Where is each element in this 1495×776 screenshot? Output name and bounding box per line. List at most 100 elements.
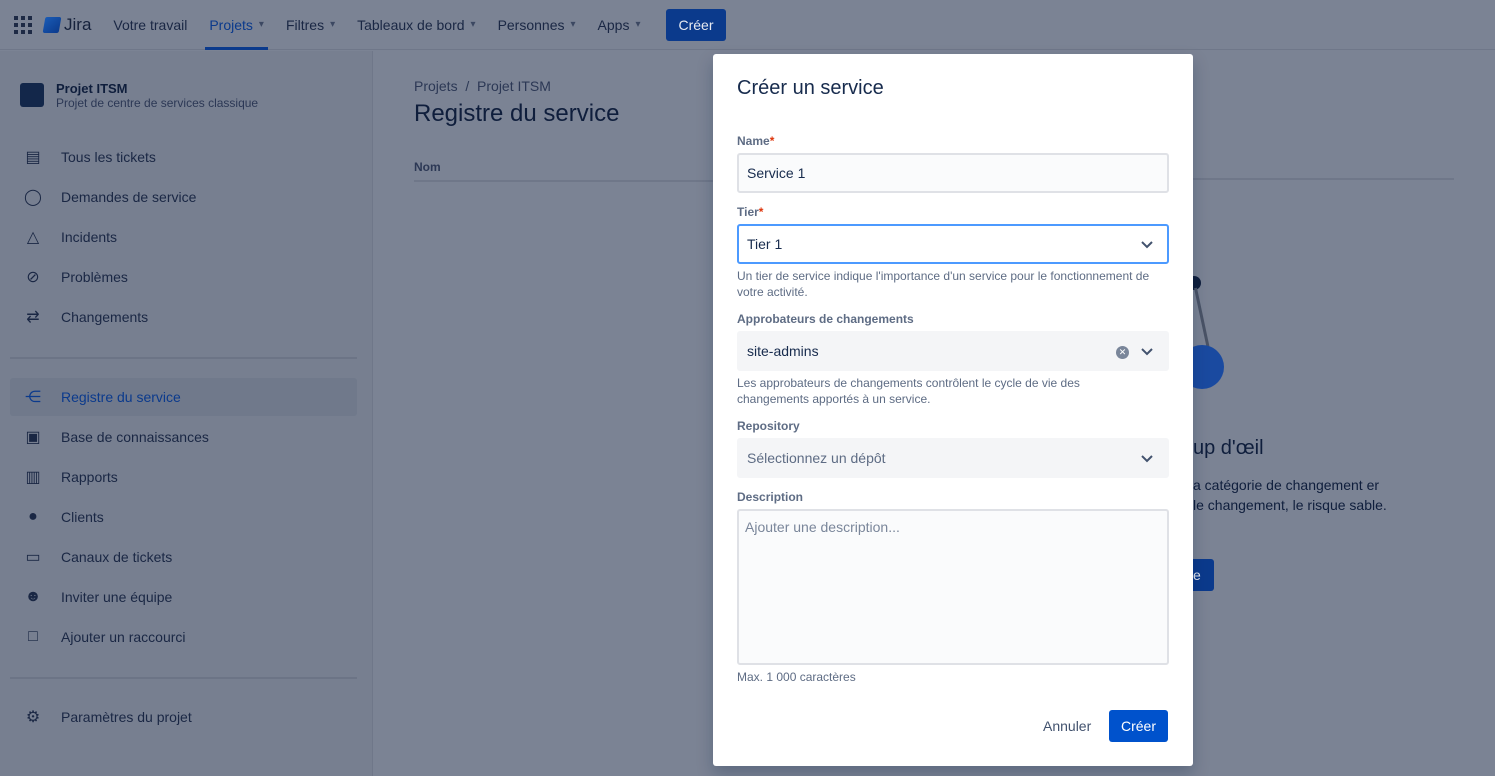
sidebar-item-canaux[interactable]: ▭ Canaux de tickets (10, 538, 357, 576)
logo-text: Jira (64, 14, 92, 34)
empty-title: up d'œil (1193, 437, 1264, 459)
description-label: Description (737, 490, 804, 504)
create-button[interactable]: Créer (1109, 710, 1169, 742)
nav-label: Votre travail (113, 16, 188, 33)
project-avatar (20, 83, 44, 107)
changes-icon: ⇄ (26, 309, 40, 326)
nav-personnes[interactable]: Personnes ▾ (498, 0, 576, 50)
dialog-title: Créer un service (737, 77, 884, 99)
top-nav: Jira Votre travail Projets ▾ Filtres ▾ Tab… (0, 0, 1495, 50)
nav-create-button[interactable]: Créer (666, 8, 726, 41)
sidebar-item-inviter[interactable]: ☻ Inviter une équipe (10, 578, 357, 616)
table-header-divider (1193, 178, 1454, 180)
sidebar-item-label: Incidents (61, 229, 118, 245)
project-type: Projet de centre de services classique (56, 96, 259, 110)
main-header: Projets / Projet ITSM Registre du servic… (414, 78, 619, 128)
sidebar-divider (10, 677, 357, 679)
sidebar: Projet ITSM Projet de centre de services … (0, 51, 373, 776)
name-input[interactable]: Service 1 (737, 153, 1169, 193)
nav-label: Apps (597, 16, 630, 33)
nav-label: Filtres (285, 16, 325, 33)
tier-label: Tier* (737, 205, 764, 219)
sidebar-item-label: Registre du service (61, 389, 181, 405)
chevron-down-icon (1141, 348, 1153, 356)
nav-label: Projets (209, 16, 253, 33)
sidebar-item-label: Changements (61, 309, 149, 325)
sidebar-item-base[interactable]: ▣ Base de connaissances (10, 418, 357, 456)
chevron-down-icon: ▾ (470, 19, 476, 30)
list-icon: ▤ (25, 149, 41, 166)
repository-placeholder: Sélectionnez un dépôt (747, 450, 886, 466)
repository-select[interactable]: Sélectionnez un dépôt (737, 438, 1169, 478)
sidebar-item-label: Inviter une équipe (61, 589, 173, 605)
monitor-icon: ▭ (25, 549, 41, 566)
project-header[interactable]: Projet ITSM Projet de centre de services … (20, 81, 258, 110)
clear-icon[interactable]: ✕ (1116, 346, 1129, 359)
sidebar-item-label: Tous les tickets (61, 149, 156, 165)
chevron-down-icon: ▾ (635, 19, 641, 30)
breadcrumb: Projets / Projet ITSM (414, 78, 551, 94)
jira-logo[interactable]: Jira (42, 14, 92, 35)
sidebar-item-incidents[interactable]: △ Incidents (10, 218, 357, 256)
approvers-select[interactable]: site-admins ✕ (737, 331, 1169, 371)
sidebar-item-label: Problèmes (61, 269, 128, 285)
page-title: Registre du service (414, 100, 620, 127)
sidebar-item-demandes[interactable]: ◯ Demandes de service (10, 178, 357, 216)
chevron-down-icon: ▾ (258, 19, 264, 30)
chevron-down-icon (1141, 241, 1153, 249)
sidebar-item-label: Paramètres du projet (61, 709, 192, 725)
sidebar-item-label: Clients (61, 509, 104, 525)
book-icon: ▣ (25, 429, 41, 446)
sidebar-item-registre[interactable]: ⋲ Registre du service (10, 378, 357, 416)
block-icon: ⊘ (26, 269, 40, 286)
jira-logo-icon (42, 16, 62, 33)
app-switcher-icon[interactable] (14, 15, 32, 34)
chevron-down-icon: ▾ (570, 19, 576, 30)
empty-action-button[interactable]: e (1193, 559, 1214, 591)
chat-icon: ◯ (24, 189, 42, 206)
sidebar-item-parametres[interactable]: ⚙ Paramètres du projet (10, 698, 357, 736)
nav-label: Personnes (497, 16, 565, 33)
nav-tableaux[interactable]: Tableaux de bord ▾ (357, 0, 475, 50)
sidebar-item-clients[interactable]: ● Clients (10, 498, 357, 536)
nav-label: Tableaux de bord (357, 16, 465, 33)
nav-filtres[interactable]: Filtres ▾ (286, 0, 335, 50)
tier-select[interactable]: Tier 1 (737, 224, 1169, 264)
description-placeholder: Ajouter une description... (745, 519, 900, 535)
name-value: Service 1 (747, 165, 806, 181)
description-textarea[interactable]: Ajouter une description... (737, 509, 1169, 665)
sidebar-item-label: Canaux de tickets (61, 549, 173, 565)
sidebar-item-rapports[interactable]: ▥ Rapports (10, 458, 357, 496)
column-header-nom[interactable]: Nom (414, 160, 713, 182)
tier-help: Un tier de service indique l'importance … (737, 269, 1150, 299)
project-name: Projet ITSM (56, 81, 128, 96)
gear-icon: ⚙ (25, 709, 41, 726)
breadcrumb-projets[interactable]: Projets (414, 78, 458, 94)
sidebar-item-tous-les-tickets[interactable]: ▤ Tous les tickets (10, 138, 357, 176)
nav-projets[interactable]: Projets ▾ (205, 0, 268, 50)
repository-label: Repository (737, 419, 800, 433)
add-shortcut-icon: □ (28, 628, 38, 645)
sidebar-divider (10, 357, 357, 359)
chart-icon: ▥ (25, 469, 41, 486)
sidebar-item-raccourci[interactable]: □ Ajouter un raccourci (10, 618, 357, 656)
nav-apps[interactable]: Apps ▾ (598, 0, 641, 50)
chevron-down-icon (1141, 455, 1153, 463)
approvers-label: Approbateurs de changements (737, 312, 914, 326)
sidebar-item-label: Ajouter un raccourci (61, 629, 186, 645)
sidebar-item-label: Demandes de service (61, 189, 197, 205)
sidebar-item-label: Base de connaissances (61, 429, 209, 445)
approvers-help: Les approbateurs de changements contrôle… (737, 376, 1080, 406)
cancel-button[interactable]: Annuler (1033, 710, 1101, 742)
create-service-dialog: Créer un service Name* Service 1 Tier* T… (713, 54, 1193, 766)
sidebar-item-problemes[interactable]: ⊘ Problèmes (10, 258, 357, 296)
breadcrumb-projet[interactable]: Projet ITSM (477, 78, 551, 94)
name-label: Name* (737, 134, 775, 148)
sidebar-item-changements[interactable]: ⇄ Changements (10, 298, 357, 336)
nav-votre-travail[interactable]: Votre travail (113, 0, 187, 50)
people-icon: ● (28, 508, 38, 525)
service-icon: ⋲ (25, 389, 41, 406)
warning-icon: △ (26, 229, 40, 246)
add-person-icon: ☻ (24, 588, 42, 605)
approvers-value: site-admins (747, 343, 819, 359)
